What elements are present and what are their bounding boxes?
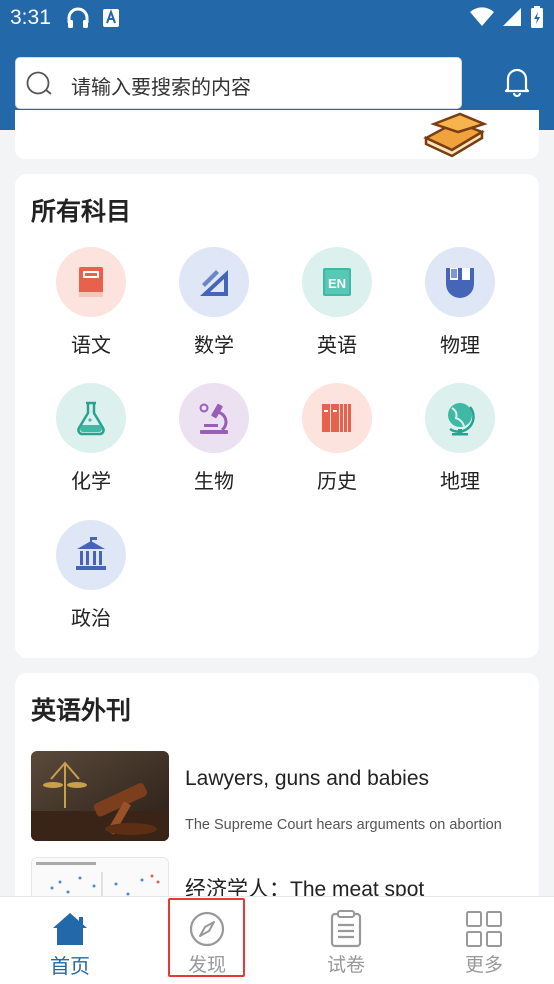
subject-chemistry[interactable]: 化学 bbox=[41, 383, 141, 503]
svg-text:EN: EN bbox=[328, 276, 346, 291]
nav-more[interactable]: 更多 bbox=[424, 897, 544, 984]
nav-label: 更多 bbox=[464, 954, 503, 976]
notification-bell-icon[interactable] bbox=[500, 64, 534, 98]
subject-label: 英语 bbox=[317, 333, 357, 357]
battery-icon bbox=[530, 6, 544, 32]
subject-biology[interactable]: 生物 bbox=[164, 383, 264, 503]
biology-microscope-icon bbox=[179, 383, 249, 453]
home-icon bbox=[50, 909, 90, 949]
signal-icon bbox=[502, 7, 522, 31]
subject-label: 历史 bbox=[317, 469, 357, 493]
subject-geography[interactable]: 地理 bbox=[410, 383, 510, 503]
history-books-icon bbox=[302, 383, 372, 453]
status-bar: 3:31 bbox=[0, 0, 554, 38]
subject-chinese[interactable]: 语文 bbox=[41, 247, 141, 367]
headset-icon bbox=[66, 7, 90, 33]
subject-english[interactable]: EN 英语 bbox=[287, 247, 387, 367]
article-title: Lawyers, guns and babies bbox=[185, 767, 429, 790]
status-time: 3:31 bbox=[10, 6, 51, 29]
highlight-box bbox=[168, 898, 245, 977]
journals-card: 英语外刊 Lawyers, guns and babies The Suprem… bbox=[15, 673, 539, 947]
subject-label: 语文 bbox=[71, 333, 111, 357]
keyboard-a-icon bbox=[102, 8, 120, 32]
search-icon bbox=[25, 70, 57, 98]
nav-exams[interactable]: 试卷 bbox=[286, 897, 406, 984]
politics-building-icon bbox=[56, 520, 126, 590]
subject-physics[interactable]: 物理 bbox=[410, 247, 510, 367]
geography-globe-icon bbox=[425, 383, 495, 453]
nav-label: 试卷 bbox=[326, 954, 365, 976]
banner-card[interactable] bbox=[15, 110, 539, 159]
subjects-card: 所有科目 语文 数学 EN 英语 物理 化学 生物 历史 地理 政治 bbox=[15, 174, 539, 658]
subject-math[interactable]: 数学 bbox=[164, 247, 264, 367]
physics-magnet-icon bbox=[425, 247, 495, 317]
subject-label: 地理 bbox=[440, 469, 480, 493]
wifi-icon bbox=[470, 7, 494, 31]
article-item[interactable]: Lawyers, guns and babies The Supreme Cou… bbox=[31, 751, 531, 843]
book-illustration bbox=[420, 110, 490, 158]
subject-label: 数学 bbox=[194, 333, 234, 357]
article-description: The Supreme Court hears arguments on abo… bbox=[185, 817, 502, 833]
subject-label: 生物 bbox=[194, 469, 234, 493]
subject-label: 化学 bbox=[71, 469, 111, 493]
subjects-title: 所有科目 bbox=[31, 197, 132, 226]
nav-label: 首页 bbox=[50, 954, 90, 978]
chemistry-flask-icon bbox=[56, 383, 126, 453]
subject-politics[interactable]: 政治 bbox=[41, 520, 141, 640]
search-input[interactable]: 请输入要搜索的内容 bbox=[15, 57, 462, 109]
math-ruler-icon bbox=[179, 247, 249, 317]
grid-icon bbox=[464, 909, 504, 949]
bottom-nav: 首页 发现 试卷 更多 bbox=[0, 896, 554, 984]
nav-home[interactable]: 首页 bbox=[10, 897, 130, 984]
subject-label: 政治 bbox=[71, 606, 111, 630]
exam-paper-icon bbox=[326, 909, 366, 949]
search-placeholder: 请输入要搜索的内容 bbox=[71, 75, 251, 99]
subject-label: 物理 bbox=[440, 333, 480, 357]
article-thumbnail-gavel bbox=[31, 751, 169, 841]
chinese-book-icon bbox=[56, 247, 126, 317]
english-en-icon: EN bbox=[302, 247, 372, 317]
subject-history[interactable]: 历史 bbox=[287, 383, 387, 503]
journals-title: 英语外刊 bbox=[31, 696, 132, 725]
